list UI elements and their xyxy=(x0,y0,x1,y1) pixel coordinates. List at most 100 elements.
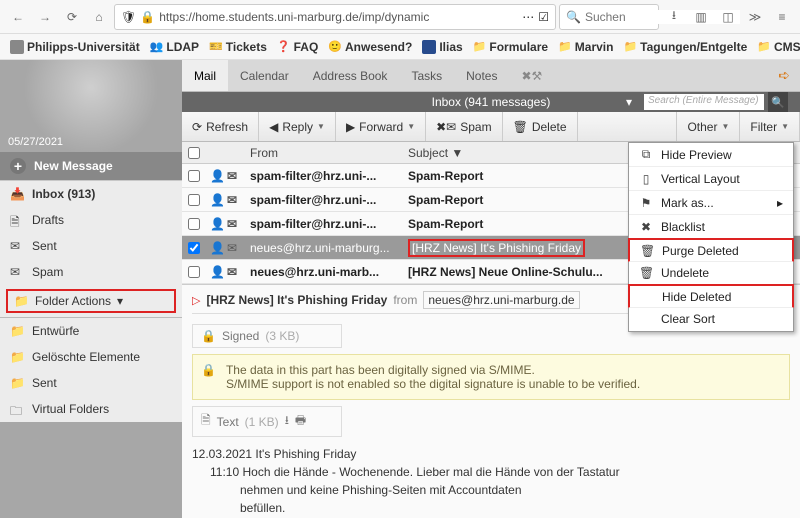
sidebar-item-inbox[interactable]: 📥Inbox (913) xyxy=(0,181,182,207)
bookmark-1[interactable]: 👥 LDAP xyxy=(150,40,199,54)
url-input[interactable] xyxy=(159,10,518,24)
play-icon[interactable]: ▷ xyxy=(192,294,200,307)
sidebar-item-spam[interactable]: ✉Spam xyxy=(0,259,182,285)
row-checkbox[interactable] xyxy=(188,266,200,278)
row-checkbox[interactable] xyxy=(188,194,200,206)
url-bar[interactable]: 🛡 🔒 ⋯ ☑ xyxy=(114,4,556,30)
sidebar-item-entwuerfe[interactable]: 📁Entwürfe xyxy=(0,318,182,344)
forward-icon: ▶ xyxy=(346,120,355,134)
bookmark-6[interactable]: 📁 Formulare xyxy=(473,40,548,54)
lock-icon: 🔒 xyxy=(201,329,216,343)
person-icon: 👤 xyxy=(210,217,225,231)
reply-icon: ◀ xyxy=(269,120,278,134)
forward-button[interactable]: ▶Forward▼ xyxy=(336,112,426,141)
library-icon[interactable]: ▥ xyxy=(689,5,713,29)
filter-button[interactable]: Filter▼ xyxy=(740,112,800,141)
row-checkbox[interactable] xyxy=(188,242,200,254)
settings-icon[interactable]: ✖⚒ xyxy=(509,60,554,91)
dropdown-item[interactable]: ✖ Blacklist xyxy=(629,215,793,239)
signed-box[interactable]: 🔒 Signed (3 KB) xyxy=(192,324,342,348)
tab-mail[interactable]: Mail xyxy=(182,60,228,91)
new-message-button[interactable]: + New Message xyxy=(0,152,182,180)
chevron-down-icon: ▼ xyxy=(407,122,415,131)
site-icon xyxy=(422,40,436,54)
column-from[interactable]: From xyxy=(246,146,402,160)
dropdown-item[interactable]: ⧉Hide Preview xyxy=(629,143,793,167)
overflow-icon[interactable]: ≫ xyxy=(743,5,767,29)
tab-tasks[interactable]: Tasks xyxy=(399,60,454,91)
preview-from-label: from xyxy=(393,293,417,307)
dropdown-item[interactable]: Clear Sort xyxy=(629,307,793,331)
sidebar-item-virtual[interactable]: 🗀Virtual Folders xyxy=(0,396,182,422)
envelope-icon: ✉ xyxy=(227,241,237,255)
preview-title: [HRZ News] It's Phishing Friday xyxy=(206,293,387,307)
bookmark-9[interactable]: 📁 CMS2 xyxy=(757,40,800,54)
text-part-box[interactable]: 🗎 Text (1 KB) ⭳ 🖶 xyxy=(192,406,342,437)
reply-button[interactable]: ◀Reply▼ xyxy=(259,112,336,141)
print-icon[interactable]: 🖶 xyxy=(295,411,306,432)
dropdown-item-icon: 🗑 xyxy=(639,266,653,280)
new-message-label: New Message xyxy=(34,159,113,173)
dropdown-item[interactable]: 🗑Purge Deleted xyxy=(628,238,794,262)
inbox-title: Inbox (941 messages) xyxy=(432,95,551,109)
home-icon[interactable]: ⌂ xyxy=(87,5,111,29)
bookmark-3[interactable]: ❓ FAQ xyxy=(277,40,318,54)
bookmark-7[interactable]: 📁 Marvin xyxy=(558,40,613,54)
delete-button[interactable]: 🗑Delete xyxy=(503,112,578,141)
forward-icon[interactable]: → xyxy=(33,5,57,29)
folder-actions-label: Folder Actions xyxy=(35,294,111,308)
tab-notes[interactable]: Notes xyxy=(454,60,509,91)
logout-icon[interactable]: ➪ xyxy=(778,67,790,84)
dropdown-item-icon: ✖ xyxy=(639,220,653,234)
spam-icon: ✉ xyxy=(10,265,24,279)
dropdown-item[interactable]: Hide Deleted xyxy=(628,284,794,308)
search-submit-icon[interactable]: 🔍 xyxy=(768,92,788,112)
tab-addressbook[interactable]: Address Book xyxy=(301,60,400,91)
message-search-input[interactable]: Search (Entire Message) xyxy=(644,94,764,110)
bookmark-5[interactable]: Ilias xyxy=(422,40,462,54)
bookmark-4[interactable]: 🙂 Anwesend? xyxy=(328,40,412,54)
person-icon: 👤 xyxy=(210,193,225,207)
download-icon[interactable]: ⭳ xyxy=(285,411,289,432)
chevron-down-icon[interactable]: ▾ xyxy=(626,95,632,109)
dropdown-item-icon: ▯ xyxy=(639,172,653,186)
envelope-icon: ✉ xyxy=(227,193,237,207)
refresh-button[interactable]: ⟳Refresh xyxy=(182,112,259,141)
spam-button[interactable]: ✖✉Spam xyxy=(426,112,502,141)
bookmark-8[interactable]: 📁 Tagungen/Entgelte xyxy=(623,40,747,54)
other-button[interactable]: Other▼ xyxy=(676,112,740,141)
folder-actions-button[interactable]: 📁 Folder Actions ▾ xyxy=(6,289,176,313)
menu-icon[interactable]: ≡ xyxy=(770,5,794,29)
dropdown-item[interactable]: ⚑Mark as...▸ xyxy=(629,191,793,215)
sidebar-item-drafts[interactable]: 🗎Drafts xyxy=(0,207,182,233)
select-all-checkbox[interactable] xyxy=(188,147,200,159)
dropdown-item[interactable]: 🗑Undelete xyxy=(629,261,793,285)
shield-icon: 🛡 xyxy=(121,10,136,24)
dropdown-item[interactable]: ▯Vertical Layout xyxy=(629,167,793,191)
reader-icon[interactable]: ☑ xyxy=(538,10,549,24)
plus-icon: + xyxy=(10,158,26,174)
tab-calendar[interactable]: Calendar xyxy=(228,60,301,91)
sidebar-item-sent2[interactable]: 📁Sent xyxy=(0,370,182,396)
dropdown-item-label: Blacklist xyxy=(661,220,705,234)
reload-icon[interactable]: ⟳ xyxy=(60,5,84,29)
dropdown-item-label: Clear Sort xyxy=(661,312,715,326)
folder-icon: 📁 xyxy=(14,294,29,308)
back-icon[interactable]: ← xyxy=(6,5,30,29)
person-icon: 👤 xyxy=(210,265,225,279)
ellipsis-icon[interactable]: ⋯ xyxy=(522,10,534,24)
row-from: spam-filter@hrz.uni-... xyxy=(246,193,402,207)
download-icon[interactable]: ⭳ xyxy=(662,5,686,29)
sidebar-toggle-icon[interactable]: ◫ xyxy=(716,5,740,29)
row-checkbox[interactable] xyxy=(188,170,200,182)
virtual-icon: 🗀 xyxy=(10,402,24,416)
sidebar-item-sent[interactable]: ✉Sent xyxy=(0,233,182,259)
bookmark-0[interactable]: Philipps-Universität xyxy=(10,40,140,54)
bookmark-2[interactable]: 🎫 Tickets xyxy=(209,40,267,54)
dropdown-item-icon: 🗑 xyxy=(640,244,654,258)
browser-search[interactable]: 🔍 xyxy=(559,4,659,30)
row-checkbox[interactable] xyxy=(188,218,200,230)
message-toolbar: ⟳Refresh ◀Reply▼ ▶Forward▼ ✖✉Spam 🗑Delet… xyxy=(182,112,800,142)
row-from: spam-filter@hrz.uni-... xyxy=(246,169,402,183)
sidebar-item-geloeschte[interactable]: 📁Gelöschte Elemente xyxy=(0,344,182,370)
